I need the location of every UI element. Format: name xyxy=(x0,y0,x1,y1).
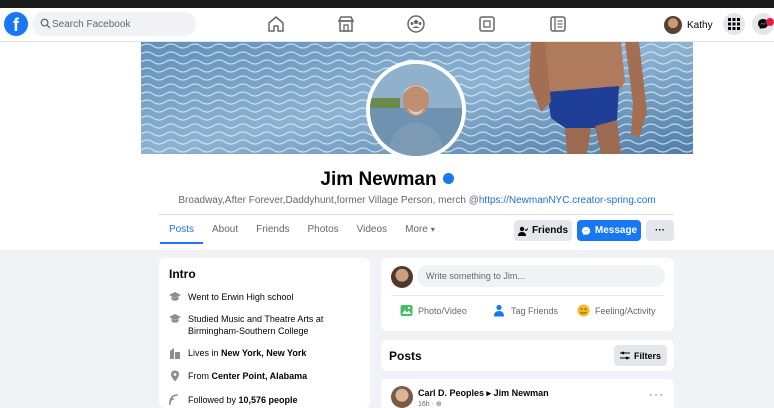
filter-sliders-icon xyxy=(619,351,630,360)
tab-photos[interactable]: Photos xyxy=(299,218,348,244)
posts-title: Posts xyxy=(389,349,422,363)
post-more-options-button[interactable]: ··· xyxy=(649,387,664,401)
feeling-activity-button[interactable]: Feeling/Activity xyxy=(577,304,656,317)
search-input[interactable] xyxy=(52,12,192,36)
caret-down-icon: ▾ xyxy=(430,225,435,234)
tab-posts[interactable]: Posts xyxy=(160,218,204,244)
tag-friends-button[interactable]: Tag Friends xyxy=(493,304,558,317)
intro-item-value: 10,576 people xyxy=(238,395,298,405)
post-recipient[interactable]: Jim Newman xyxy=(494,388,549,398)
post-card: Carl D. Peoples ▸ Jim Newman 16h · ⊕ ··· xyxy=(381,379,674,408)
home-icon[interactable] xyxy=(266,14,286,34)
grid-menu-button[interactable] xyxy=(723,13,745,35)
friends-button-label: Friends xyxy=(531,225,569,236)
intro-item-education-high-school: Went to Erwin High school xyxy=(169,291,293,303)
grid-menu-icon xyxy=(728,18,740,30)
intro-item-value[interactable]: New York, New York xyxy=(221,348,306,358)
profile-name-heading: Jim Newman xyxy=(0,169,774,191)
current-user-name: Kathy xyxy=(687,19,713,31)
feeling-smiley-icon xyxy=(577,304,590,317)
intro-item-education-college: Studied Music and Theatre Arts at Birmin… xyxy=(169,313,359,337)
friends-button[interactable]: Friends xyxy=(514,220,572,241)
profile-tabs: Posts About Friends Photos Videos More ▾ xyxy=(160,218,444,244)
intro-item-prefix: Followed by xyxy=(188,395,239,405)
avatar[interactable] xyxy=(391,386,413,408)
composer-input[interactable] xyxy=(417,265,665,287)
intro-item-lives-in: Lives in New York, New York xyxy=(169,347,306,359)
intro-card: Intro Went to Erwin High school Studied … xyxy=(159,258,370,408)
school-icon xyxy=(169,292,181,301)
feeling-activity-label: Feeling/Activity xyxy=(595,305,656,316)
intro-item-prefix: From xyxy=(188,371,212,381)
bio-text: Broadway,After Forever,Daddyhunt,former … xyxy=(178,195,479,206)
filters-button[interactable]: Filters xyxy=(614,345,667,366)
posts-header-card: Posts Filters xyxy=(381,340,674,371)
intro-title: Intro xyxy=(169,267,196,281)
photo-video-button[interactable]: Photo/Video xyxy=(400,304,467,317)
intro-item-from: From Center Point, Alabama xyxy=(169,370,307,382)
intro-item-text: Went to Erwin High school xyxy=(188,292,294,302)
message-button-label: Message xyxy=(594,225,638,236)
search-icon xyxy=(40,18,51,29)
intro-item-value[interactable]: Center Point, Alabama xyxy=(212,371,308,381)
search-box[interactable] xyxy=(32,12,196,36)
post-timestamp[interactable]: 16h · ⊕ xyxy=(418,400,442,408)
photo-icon xyxy=(400,305,413,316)
intro-item-prefix: Lives in xyxy=(188,348,222,358)
intro-item-text: Studied Music and Theatre Arts at Birmin… xyxy=(188,314,324,336)
groups-icon[interactable] xyxy=(406,14,426,34)
pages-icon[interactable] xyxy=(336,14,356,34)
friend-person-icon xyxy=(517,226,528,236)
tag-friends-icon xyxy=(494,304,504,317)
composer-divider xyxy=(391,295,664,296)
bio-link[interactable]: https://NewmanNYC.creator-spring.com xyxy=(479,195,656,206)
tab-more[interactable]: More ▾ xyxy=(396,218,444,244)
arrow-right-icon: ▸ xyxy=(486,388,492,398)
post-author[interactable]: Carl D. Peoples xyxy=(418,388,484,398)
profile-bio: Broadway,After Forever,Daddyhunt,former … xyxy=(0,195,774,206)
profile-picture[interactable] xyxy=(366,60,466,160)
header-divider xyxy=(158,214,674,215)
gaming-icon[interactable] xyxy=(477,14,497,34)
home-city-icon xyxy=(170,348,180,359)
tab-about[interactable]: About xyxy=(203,218,247,244)
messenger-icon xyxy=(581,226,591,235)
location-pin-icon xyxy=(171,370,179,382)
window-top-strip xyxy=(0,0,774,8)
post-author-line: Carl D. Peoples ▸ Jim Newman xyxy=(418,388,549,399)
filters-label: Filters xyxy=(633,350,661,361)
intro-item-followers: Followed by 10,576 people xyxy=(169,394,298,406)
facebook-logo[interactable]: f xyxy=(4,12,28,36)
verified-badge-icon xyxy=(442,173,454,185)
news-icon[interactable] xyxy=(548,14,568,34)
notification-badge xyxy=(766,18,774,26)
avatar xyxy=(391,266,413,288)
profile-name: Jim Newman xyxy=(320,169,437,190)
top-navigation-bar: f Kathy xyxy=(0,8,774,42)
message-button[interactable]: Message xyxy=(577,220,641,241)
tab-videos[interactable]: Videos xyxy=(348,218,396,244)
tab-more-label: More xyxy=(405,224,428,235)
avatar xyxy=(664,16,682,34)
current-user-chip[interactable]: Kathy xyxy=(664,14,713,36)
more-options-button[interactable]: ··· xyxy=(646,220,674,241)
tab-friends[interactable]: Friends xyxy=(247,218,298,244)
tag-friends-label: Tag Friends xyxy=(511,305,559,316)
followers-icon xyxy=(169,394,179,405)
school-icon xyxy=(169,314,181,323)
photo-video-label: Photo/Video xyxy=(418,305,467,316)
